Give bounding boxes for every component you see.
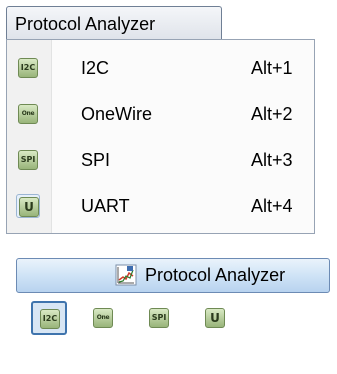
menu-item-label: UART xyxy=(81,196,130,216)
menu-item-spi[interactable]: SPI SPI Alt+3 xyxy=(9,138,312,182)
menu-item-shortcut: Alt+1 xyxy=(251,58,293,78)
onewire-icon: One xyxy=(93,308,113,328)
menu-item-shortcut: Alt+3 xyxy=(251,150,293,170)
chart-analyzer-icon xyxy=(115,264,137,286)
menu-title: Protocol Analyzer xyxy=(15,14,156,34)
menu-item-onewire[interactable]: One OneWire Alt+2 xyxy=(9,92,312,136)
i2c-icon: I2C xyxy=(16,56,40,80)
menu-item-label: OneWire xyxy=(81,104,153,124)
uart-tool-button[interactable]: U xyxy=(197,301,233,335)
protocol-analyzer-button[interactable]: Protocol Analyzer xyxy=(16,258,330,293)
menu-item-label: I2C xyxy=(81,58,110,78)
spi-tool-button[interactable]: SPI xyxy=(141,301,177,335)
protocol-analyzer-dropdown: I2C I2C Alt+1 One OneWire Alt+2 SPI SPI … xyxy=(6,39,315,234)
onewire-icon: One xyxy=(16,102,40,126)
spi-icon: SPI xyxy=(149,308,169,328)
menu-item-label: SPI xyxy=(81,150,111,170)
menu-item-uart[interactable]: U UART Alt+4 xyxy=(9,184,312,228)
menu-item-i2c[interactable]: I2C I2C Alt+1 xyxy=(9,46,312,90)
uart-icon: U xyxy=(205,308,225,328)
protocol-analyzer-button-label: Protocol Analyzer xyxy=(145,265,286,285)
protocol-analyzer-menu-header[interactable]: Protocol Analyzer xyxy=(6,6,222,40)
i2c-icon: I2C xyxy=(40,309,60,329)
spi-icon: SPI xyxy=(16,148,40,172)
uart-icon: U xyxy=(16,194,40,218)
menu-item-shortcut: Alt+4 xyxy=(251,196,293,216)
onewire-tool-button[interactable]: One xyxy=(85,301,121,335)
i2c-tool-button[interactable]: I2C xyxy=(31,301,67,335)
menu-item-shortcut: Alt+2 xyxy=(251,104,293,124)
